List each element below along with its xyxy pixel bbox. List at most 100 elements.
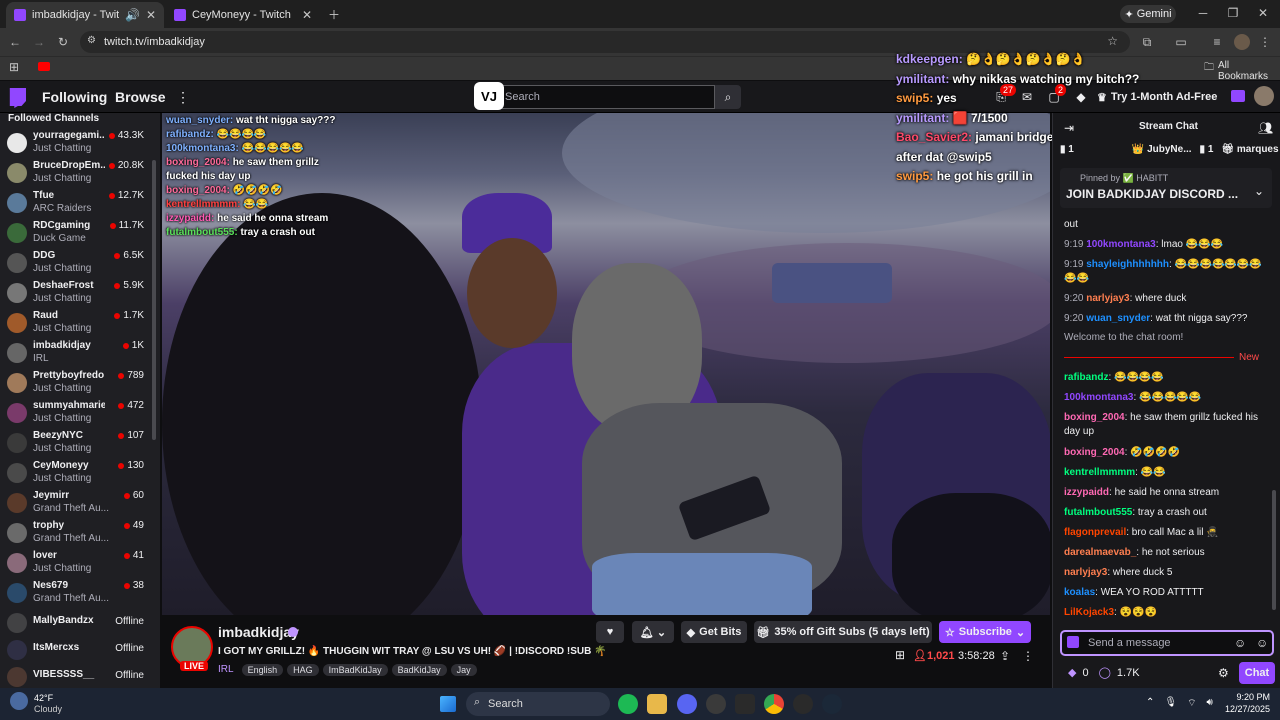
chat-username[interactable]: rafibandz [1064,372,1108,383]
chevron-down-icon[interactable]: ⌄ [1254,184,1264,198]
users-icon[interactable]: 👥︎ [1258,121,1273,135]
nav-browse[interactable]: Browse [115,89,166,105]
sidebar-channel[interactable]: Raud Just Chatting 1.7K [0,308,152,338]
close-tab-icon[interactable]: ✕ [146,8,156,22]
close-window-icon[interactable]: ✕ [1256,6,1270,20]
media-icon[interactable]: ≡ [1210,34,1224,50]
back-icon[interactable]: ← [8,34,22,50]
tab-ceymoneyy[interactable]: CeyMoneyy - Twitch ✕ [166,2,320,28]
sidebar-channel[interactable]: DeshaeFrost Just Chatting 5.9K [0,278,152,308]
chat-username[interactable]: wuan_snyder [1086,313,1150,324]
chat-settings-icon[interactable]: ⚙ [1218,666,1229,680]
profile-avatar[interactable] [1234,34,1250,50]
sidebar-channel[interactable]: Nes679 Grand Theft Au... 38 [0,578,152,608]
chat-badge-icon[interactable] [1067,636,1079,648]
inbox-icon[interactable]: ✉ [1020,90,1034,104]
subscribe-button[interactable]: ☆ Subscribe ⌄ [939,621,1031,643]
get-bits-button[interactable]: ◆ Get Bits [681,621,747,643]
apps-icon[interactable]: ⊞ [8,60,20,74]
stream-tag[interactable]: ImBadKidJay [322,664,388,676]
all-bookmarks-button[interactable]: 🗀 All Bookmarks [1204,60,1280,82]
chat-username[interactable]: kentrellmmmm [1064,467,1135,478]
sidebar-channel[interactable]: yourragegami... Just Chatting 43.3K [0,128,152,158]
chrome-icon[interactable] [764,694,784,714]
forward-icon[interactable]: → [32,34,46,50]
restore-icon[interactable]: ❐ [1226,6,1240,20]
chat-username[interactable]: narlyjay3 [1086,293,1129,304]
chat-username[interactable]: boxing_2004 [1064,447,1125,458]
sidebar-channel[interactable]: CeyMoneyy Just Chatting 130 [0,458,152,488]
close-tab-icon[interactable]: ✕ [302,8,312,22]
sidebar-channel[interactable]: Prettyboyfredo Just Chatting 789 [0,368,152,398]
stream-tag[interactable]: HAG [287,664,319,676]
sidebar-channel[interactable]: imbadkidjay IRL 1K [0,338,152,368]
leaderboard-item[interactable]: ▮ 1 [1060,144,1074,155]
category-link[interactable]: IRL [218,664,234,675]
weather-icon[interactable] [10,692,28,710]
sidebar-channel[interactable]: BruceDropEm... Just Chatting 20.8K [0,158,152,188]
gift-subs-button[interactable]: 🎁︎ 35% off Gift Subs (5 days left) [754,621,932,643]
chat-username[interactable]: flagonprevail [1064,527,1126,538]
sidebar-channel[interactable]: summyahmarie Just Chatting 472 [0,398,152,428]
grid-icon[interactable]: ⊞ [895,648,905,662]
search-input[interactable]: Search [474,85,715,109]
sidebar-channel-offline[interactable]: MallyBandzx Offline [0,608,152,638]
minimize-icon[interactable]: ─ [1196,6,1210,20]
grok-icon[interactable] [793,694,813,714]
tray-chevron-icon[interactable]: ⌃ [1146,697,1154,710]
search-button[interactable]: ⌕ [715,85,741,109]
chat-username[interactable]: boxing_2004 [1064,412,1125,423]
steam-icon[interactable] [822,694,842,714]
site-info-icon[interactable]: ⚙ [87,35,96,46]
bits-icon[interactable]: ◆ [1074,90,1088,104]
channel-points[interactable]: ◆ 0 ◯ 1.7K [1068,666,1140,680]
channel-name[interactable]: imbadkidjay [218,624,299,640]
epic-games-icon[interactable] [735,694,755,714]
speaker-icon[interactable]: 🔊 [125,8,140,22]
chat-username[interactable]: darealmaevab_ [1064,547,1136,558]
user-avatar[interactable] [1254,86,1274,106]
sidebar-channel[interactable]: BeezyNYC Just Chatting 107 [0,428,152,458]
pinned-message[interactable]: Pinned by ✅ HABITT JOIN BADKIDJAY DISCOR… [1060,168,1272,208]
youtube-icon[interactable] [38,62,50,71]
spotify-icon[interactable] [618,694,638,714]
turbo-icon[interactable] [1231,90,1245,102]
stream-tag[interactable]: Jay [450,664,477,676]
sidebar-scrollbar[interactable] [152,160,156,440]
ad-free-button[interactable]: ♛ Try 1-Month Ad-Free [1097,88,1224,106]
sidebar-channel[interactable]: Jeymirr Grand Theft Au... 60 [0,488,152,518]
reload-icon[interactable]: ↻ [56,34,70,50]
sidebar-channel[interactable]: DDG Just Chatting 6.5K [0,248,152,278]
volume-icon[interactable]: 🔊︎ [1207,697,1213,710]
sidebar-channel[interactable]: lover Just Chatting 41 [0,548,152,578]
leaderboard-item[interactable]: ▮ 1 [1200,144,1214,155]
chat-username[interactable]: shayleighhhhhhh [1086,259,1169,270]
xbox-icon[interactable] [706,694,726,714]
system-tray[interactable]: ⌃ 🎙︎ ⌔ 🔊︎ [1146,697,1213,710]
mic-icon[interactable]: 🎙︎ [1164,697,1177,710]
collapse-chat-icon[interactable]: ⇥ [1064,121,1074,135]
new-tab-icon[interactable]: ＋ [326,6,342,22]
split-view-icon[interactable]: ▭ [1174,34,1188,50]
chat-username[interactable]: koalas [1064,587,1095,598]
extensions-icon[interactable]: ⧉ [1140,34,1154,50]
chat-username[interactable]: narlyjay3 [1064,567,1107,578]
sidebar-channel[interactable]: RDCgaming Duck Game 11.7K [0,218,152,248]
chat-username[interactable]: LilKojack3 [1064,607,1114,618]
chat-username[interactable]: 100kmontana3 [1086,239,1155,250]
chat-username[interactable]: 100kmontana3 [1064,392,1133,403]
share-icon[interactable]: ⇪ [1000,649,1010,663]
chat-send-button[interactable]: Chat [1239,662,1275,684]
tab-imbadkidjay[interactable]: imbadkidjay - Twitch 🔊 ✕ [6,2,164,28]
windows-start-icon[interactable] [440,696,456,712]
notifications-button[interactable]: 🔔︎ ⌄ [632,621,674,643]
discord-icon[interactable] [677,694,697,714]
stream-tag[interactable]: BadKidJay [391,664,447,676]
sidebar-channel-offline[interactable]: ItsMercxs Offline [0,635,152,665]
wifi-icon[interactable]: ⌔ [1187,697,1196,710]
more-options-icon[interactable]: ⋮ [1022,649,1034,663]
smile-icon[interactable]: ☺ [1256,636,1268,650]
menu-icon[interactable]: ⋮ [1259,34,1271,50]
leaderboard-item[interactable]: 👑 JubyNe... [1132,144,1192,155]
sidebar-channel[interactable]: trophy Grand Theft Au... 49 [0,518,152,548]
